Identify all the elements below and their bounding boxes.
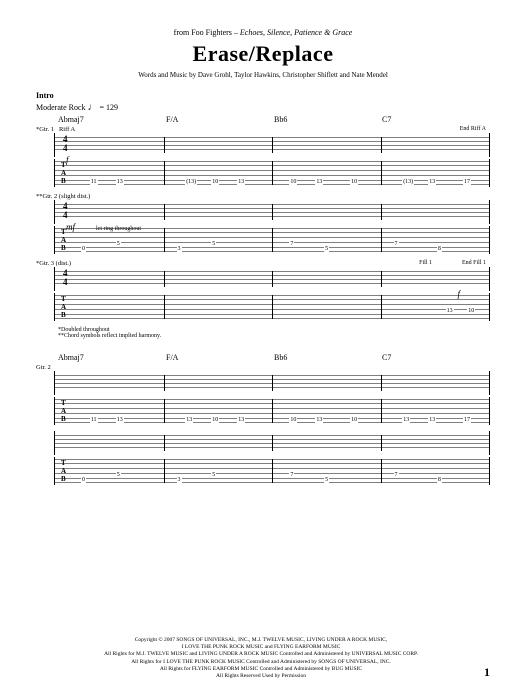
sys2-staff-top (36, 371, 490, 395)
chord: Bb6 (274, 353, 382, 362)
guitar2-label: **Gtr. 2 (slight dist.) (36, 193, 490, 200)
chord: F/A (166, 115, 274, 124)
chord: C7 (382, 115, 490, 124)
tempo-text: Moderate Rock (36, 103, 86, 112)
guitar3-tab: T A B 13 10 (54, 293, 490, 321)
tab-label: T A B (61, 459, 66, 483)
tab-label: T A B (61, 228, 66, 252)
guitar3-label: *Gtr. 3 (dist.) Fill 1 End Fill 1 (36, 260, 490, 267)
tempo-marking: Moderate Rock ♩ = 129 (36, 102, 490, 113)
sys2-tab-bottom: T A B 0 5 3 5 7 5 7 8 (54, 457, 490, 485)
fill1: Fill 1 (419, 260, 432, 266)
chord: F/A (166, 353, 274, 362)
end-fill1: End Fill 1 (462, 260, 486, 266)
section-label: Intro (36, 91, 490, 100)
song-title: Erase/Replace (36, 41, 490, 67)
time-signature: 4 4 (63, 269, 68, 287)
chord: C7 (382, 353, 490, 362)
guitar1-tab: T A B 11 13 (13) 10 13 10 13 10 (13) 13 … (54, 159, 490, 187)
quarter-note-icon: ♩ (88, 102, 98, 113)
sys2-tab-top: T A B 11 13 13 10 13 10 13 10 13 13 17 (54, 397, 490, 425)
footnotes: *Doubled throughout **Chord symbols refl… (36, 327, 490, 339)
sheet-header: from Foo Fighters – Echoes, Silence, Pat… (36, 28, 490, 79)
time-signature: 4 4 (63, 135, 68, 153)
chord: Abmaj7 (58, 115, 166, 124)
tab-label: T A B (61, 399, 66, 423)
guitar1-staff: 4 4 f (36, 133, 490, 157)
guitar3-staff: 4 4 f (36, 267, 490, 291)
guitar2-staff: 4 4 mf let ring throughout (36, 200, 490, 224)
tempo-bpm: = 129 (100, 103, 119, 112)
chord: Abmaj7 (58, 353, 166, 362)
album-title: Echoes, Silence, Patience & Grace (240, 28, 352, 37)
footnote-b: **Chord symbols reflect implied harmony. (58, 333, 490, 339)
chord-row-2: Abmaj7 F/A Bb6 C7 (36, 353, 490, 362)
time-signature: 4 4 (63, 202, 68, 220)
tab-label: T A B (61, 295, 66, 319)
credits: Words and Music by Dave Grohl, Taylor Ha… (36, 71, 490, 79)
from-text: from Foo Fighters – (174, 28, 238, 37)
guitar2-tab: T A B 0 5 3 5 7 5 7 8 (54, 226, 490, 254)
end-riff-a: End Riff A (460, 126, 486, 132)
chord: Bb6 (274, 115, 382, 124)
tab-label: T A B (61, 161, 66, 185)
system2-gtr-label: Gtr. 2 (36, 364, 490, 371)
chord-row: Abmaj7 F/A Bb6 C7 (36, 115, 490, 124)
sys2-staff-bottom (36, 431, 490, 455)
page-number: 1 (484, 665, 490, 680)
copyright-footer: Copyright © 2007 SONGS OF UNIVERSAL, INC… (0, 637, 522, 680)
source-line: from Foo Fighters – Echoes, Silence, Pat… (36, 28, 490, 37)
guitar1-label: *Gtr. 1 Riff A End Riff A (36, 126, 490, 133)
